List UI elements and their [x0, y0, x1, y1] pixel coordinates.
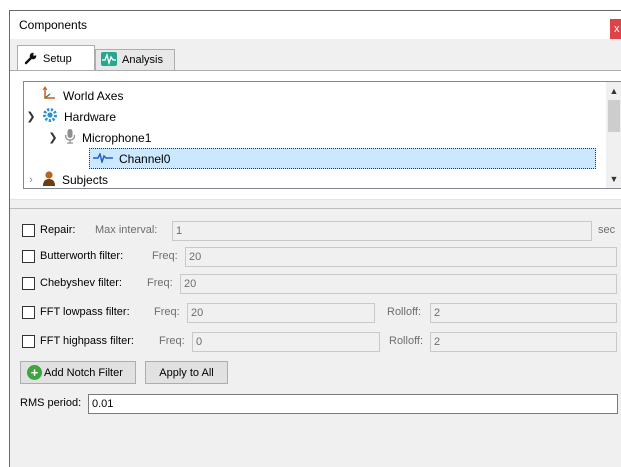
wrench-icon [24, 51, 38, 68]
tab-setup[interactable]: Setup [17, 45, 95, 72]
chebyshev-row: Chebyshev filter: Freq: 20 [10, 273, 621, 295]
tree-item-subjects[interactable]: › Subjects [24, 169, 109, 188]
chevron-right-icon[interactable]: › [24, 174, 38, 186]
rms-period-label: RMS period: [20, 397, 82, 409]
chevron-down-icon[interactable]: ❯ [46, 131, 60, 144]
fft-lowpass-freq-label: Freq: [154, 306, 180, 318]
fft-highpass-freq-input[interactable]: 0 [192, 332, 380, 352]
apply-to-all-label: Apply to All [159, 366, 214, 379]
tree-item-channel0[interactable]: Channel0 [89, 148, 596, 169]
butterworth-freq-input[interactable]: 20 [185, 247, 617, 267]
rms-row: RMS period: 0.01 s [10, 393, 621, 415]
waveform-icon [101, 51, 117, 69]
fft-lowpass-freq-input[interactable]: 20 [187, 303, 375, 323]
repair-checkbox[interactable] [22, 224, 35, 237]
apply-to-all-button[interactable]: Apply to All [145, 361, 228, 384]
person-icon [42, 170, 56, 188]
tree-item-world-axes[interactable]: World Axes [41, 85, 123, 106]
channel-icon [93, 151, 113, 166]
gear-icon [42, 107, 58, 126]
fft-highpass-rolloff-label: Rolloff: [389, 335, 424, 347]
outer-margin-left [0, 0, 9, 467]
fft-highpass-freq-label: Freq: [159, 335, 185, 347]
title-bar: Components x [10, 11, 621, 39]
microphone-icon [64, 128, 76, 147]
repair-unit: sec [598, 224, 616, 236]
chebyshev-label: Chebyshev filter: [40, 277, 122, 289]
tab-analysis-label: Analysis [122, 54, 163, 66]
axes-icon [41, 86, 57, 105]
fft-highpass-checkbox[interactable] [22, 335, 35, 348]
scroll-up-icon[interactable]: ▲ [606, 83, 621, 99]
close-button[interactable]: x [610, 19, 621, 39]
tree-item-microphone1[interactable]: ❯ Microphone1 [46, 127, 151, 148]
repair-max-interval-input[interactable]: 1 [172, 221, 592, 241]
tree-item-label: Channel0 [119, 151, 171, 166]
repair-row: Repair: Max interval: 1 sec [10, 220, 621, 242]
butterworth-checkbox[interactable] [22, 250, 35, 263]
fft-highpass-row: FFT highpass filter: Freq: 0 Rolloff: 2 [10, 331, 621, 353]
fft-highpass-label: FFT highpass filter: [40, 335, 134, 347]
fft-lowpass-rolloff-label: Rolloff: [387, 306, 422, 318]
repair-label: Repair: [40, 224, 76, 236]
fft-highpass-rolloff-input[interactable]: 2 [430, 332, 617, 352]
tree-item-label: World Axes [63, 88, 124, 103]
fft-lowpass-checkbox[interactable] [22, 306, 35, 319]
chebyshev-checkbox[interactable] [22, 277, 35, 290]
repair-max-interval-label: Max interval: [95, 224, 158, 236]
butterworth-freq-label: Freq: [152, 250, 178, 262]
tree-item-label: Hardware [64, 109, 117, 124]
tree-item-label: Subjects [62, 172, 109, 187]
fft-lowpass-row: FFT lowpass filter: Freq: 20 Rolloff: 2 [10, 302, 621, 324]
chebyshev-freq-input[interactable]: 20 [180, 274, 617, 294]
tree-item-label: Microphone1 [82, 130, 152, 145]
chebyshev-freq-label: Freq: [147, 277, 173, 289]
rms-period-input[interactable]: 0.01 [88, 394, 618, 414]
scrollbar-thumb[interactable] [608, 100, 620, 132]
tree-scrollbar[interactable]: ▲ ▼ [606, 81, 621, 189]
setup-tab-content: World Axes ❯ Hardware ❯ Microphone1 Chan… [10, 71, 621, 199]
tab-analysis[interactable]: Analysis [95, 49, 175, 71]
add-notch-filter-button[interactable]: + Add Notch Filter [20, 361, 136, 384]
add-icon: + [27, 365, 42, 380]
scroll-down-icon[interactable]: ▼ [606, 171, 621, 187]
fft-lowpass-rolloff-input[interactable]: 2 [430, 303, 617, 323]
butterworth-row: Butterworth filter: Freq: 20 [10, 246, 621, 268]
outer-margin-top [0, 0, 621, 10]
butterworth-label: Butterworth filter: [40, 250, 124, 262]
fft-lowpass-label: FFT lowpass filter: [40, 306, 130, 318]
window-title: Components [19, 18, 88, 32]
tab-bar: Setup Analysis [10, 45, 621, 72]
tree-item-hardware[interactable]: ❯ Hardware [24, 106, 116, 127]
splitter-handle[interactable] [10, 199, 621, 209]
tab-setup-label: Setup [43, 53, 72, 65]
component-tree[interactable]: World Axes ❯ Hardware ❯ Microphone1 Chan… [23, 81, 608, 189]
chevron-down-icon[interactable]: ❯ [24, 110, 38, 123]
add-notch-filter-label: Add Notch Filter [44, 366, 123, 379]
